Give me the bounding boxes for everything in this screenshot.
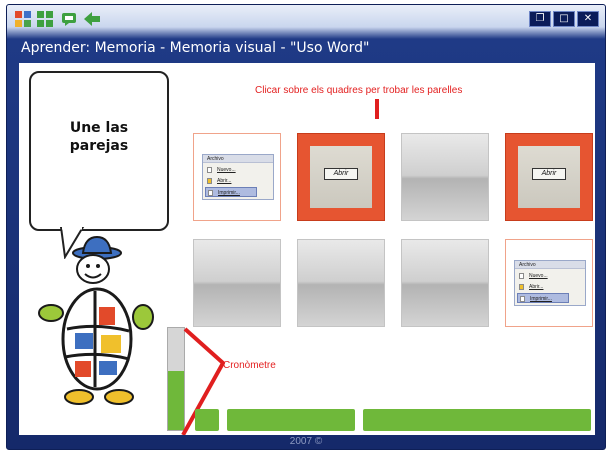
app-window: ❐ □ ✕ Aprender: Memoria - Memoria visual… [6, 4, 606, 450]
memory-card-7[interactable] [401, 239, 489, 327]
menu-header: Archivo [207, 156, 224, 162]
bubble-text: Une las parejas [69, 120, 129, 154]
memory-card-4[interactable]: Abrir [505, 133, 593, 221]
menu-item-label: Imprimir... [530, 296, 552, 302]
instruction-text: Clicar sobre els quadres per trobar les … [255, 85, 463, 96]
menu-item-label: Nuevo... [529, 273, 548, 279]
menu-item-label: Nuevo... [217, 167, 236, 173]
progress-segment [227, 409, 355, 431]
menu-thumbnail: Archivo Nuevo... Abrir... Imprimir... [202, 154, 274, 200]
chronometer-label: Cronòmetre [223, 360, 276, 371]
apps-grid-icon[interactable] [15, 11, 31, 27]
progress-segment [195, 409, 219, 431]
footer-copyright: 2007 © [289, 436, 323, 447]
close-icon[interactable]: ✕ [577, 11, 599, 27]
memory-card-5[interactable] [193, 239, 281, 327]
memory-card-8[interactable]: Archivo Nuevo... Abrir... Imprimir... [505, 239, 593, 327]
modules-grid-icon[interactable] [37, 11, 53, 27]
menu-header: Archivo [519, 262, 536, 268]
memory-card-3[interactable] [401, 133, 489, 221]
menu-item-label: Abrir... [529, 284, 544, 290]
instruction-marker [375, 99, 379, 119]
memory-card-2[interactable]: Abrir [297, 133, 385, 221]
progress-segment [363, 409, 591, 431]
restore-icon[interactable]: ❐ [529, 11, 551, 27]
abrir-button-thumb: Abrir [532, 168, 566, 180]
abrir-button-thumb: Abrir [324, 168, 358, 180]
menu-item-label: Abrir... [217, 178, 232, 184]
top-toolbar: ❐ □ ✕ [7, 5, 605, 33]
window-title: Aprender: Memoria - Memoria visual - "Us… [21, 40, 370, 56]
speech-bubble: Une las parejas [29, 71, 169, 231]
activity-area: Une las parejas Clicar sobre els quadres… [19, 63, 595, 435]
title-bar: Aprender: Memoria - Memoria visual - "Us… [7, 35, 605, 61]
menu-thumbnail: Archivo Nuevo... Abrir... Imprimir... [514, 260, 586, 306]
back-arrow-icon[interactable] [83, 11, 100, 27]
memory-card-1[interactable]: Archivo Nuevo... Abrir... Imprimir... [193, 133, 281, 221]
maximize-icon[interactable]: □ [553, 11, 575, 27]
chat-icon[interactable] [61, 11, 77, 27]
menu-item-label: Imprimir... [218, 190, 240, 196]
memory-card-6[interactable] [297, 239, 385, 327]
mascot-character [38, 235, 154, 405]
